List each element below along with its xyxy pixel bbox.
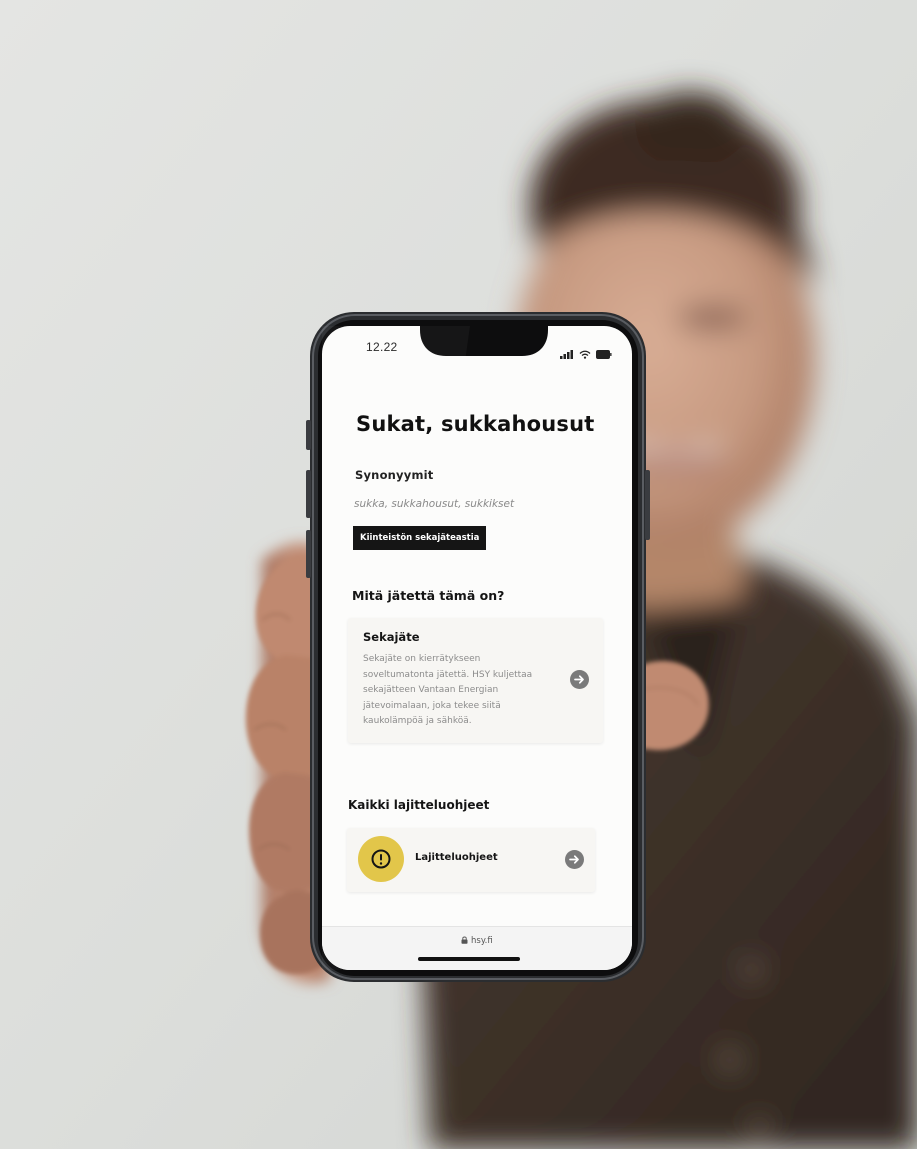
signal-icon [560, 344, 574, 363]
home-indicator[interactable] [418, 957, 520, 961]
exclamation-circle-icon [358, 836, 404, 882]
waste-card-line: jätevoimalaan, joka tekee siitä [363, 700, 501, 711]
synonyms-heading: Synonyymit [355, 468, 434, 482]
all-instructions-heading: Kaikki lajitteluohjeet [348, 798, 490, 812]
waste-card-line: sekajätteen Vantaan Energian [363, 685, 499, 695]
url-text: hsy.fi [471, 936, 493, 946]
arrow-right-circle-icon[interactable] [570, 670, 589, 689]
page-title: Sukat, sukkahousut [356, 412, 595, 436]
synonyms-text: sukka, sukkahousut, sukkikset [354, 498, 515, 510]
sorting-guides-label: Lajitteluohjeet [415, 852, 498, 863]
waste-card-title: Sekajäte [363, 630, 420, 644]
lock-icon [461, 936, 471, 946]
bin-type-tag[interactable]: Kiinteistön sekajäteastia [353, 526, 487, 550]
arrow-right-circle-icon[interactable] [565, 850, 584, 869]
waste-card-line: soveltumatonta jätettä. HSY kuljettaa [363, 669, 533, 680]
phone-screen: 12.22 Sukat, sukkahousut Synonyymit sukk… [322, 326, 632, 970]
sorting-guides-card[interactable]: Lajitteluohjeet [347, 828, 595, 892]
waste-card-line: Sekajäte on kierrätykseen [363, 654, 481, 664]
status-time: 12.22 [366, 340, 398, 354]
status-icons [560, 344, 612, 363]
battery-icon [596, 344, 612, 363]
waste-type-question: Mitä jätettä tämä on? [352, 588, 505, 603]
wifi-icon [579, 344, 591, 363]
waste-type-card[interactable]: Sekajäte Sekajäte on kierrätykseen sovel… [348, 618, 603, 743]
url-display: hsy.fi [322, 936, 632, 946]
browser-url-bar[interactable]: hsy.fi [322, 926, 632, 970]
waste-card-line: kaukolämpöä ja sähköä. [363, 716, 472, 726]
waste-card-description: Sekajäte on kierrätykseen soveltumatonta… [363, 652, 563, 730]
